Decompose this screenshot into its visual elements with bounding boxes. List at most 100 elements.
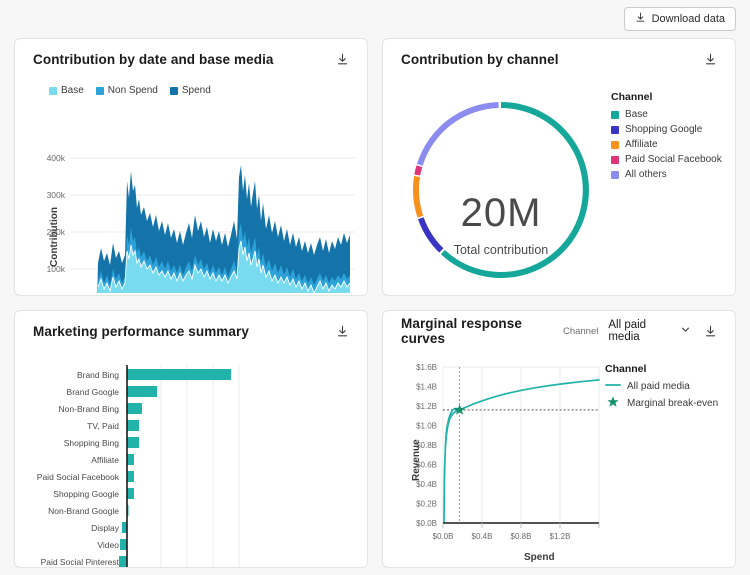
dashboard-root: Download data Contribution by date and b… bbox=[0, 0, 750, 575]
axis-label-x-spend: Spend bbox=[524, 552, 555, 563]
channel-select-value: All paid media bbox=[608, 319, 647, 343]
bar-shopping-bing bbox=[127, 437, 139, 448]
donut-center-label: Total contribution bbox=[453, 243, 549, 257]
donut-chart-svg bbox=[413, 102, 589, 278]
page-title-contribution-by-date: Contribution by date and base media bbox=[33, 51, 274, 67]
svg-text:$0.0B: $0.0B bbox=[416, 519, 437, 528]
area-chart-svg: 400k 300k 200k 100k 0k bbox=[47, 153, 355, 293]
legend-swatch-base bbox=[49, 86, 57, 95]
svg-text:$0.6B: $0.6B bbox=[416, 461, 437, 470]
legend-swatch-paid-social-facebook bbox=[611, 155, 619, 164]
svg-text:$1.6B: $1.6B bbox=[416, 363, 437, 372]
download-icon-marginal-curves[interactable] bbox=[700, 320, 721, 342]
legend-swatch-non-spend bbox=[95, 86, 104, 95]
bar-non-brand-bing bbox=[127, 403, 142, 414]
bar-brand-bing bbox=[127, 369, 231, 380]
legend-swatch-affiliate bbox=[611, 140, 619, 149]
svg-text:300k: 300k bbox=[47, 190, 66, 200]
card-contribution-by-channel: Contribution by channel 20M Total contri… bbox=[382, 38, 736, 296]
legend-item-marginal-break-even[interactable]: Marginal break-even bbox=[605, 396, 718, 411]
legend-label-non-spend: Non Spend bbox=[107, 85, 158, 96]
star-icon bbox=[605, 396, 621, 411]
download-icon bbox=[635, 12, 646, 26]
legend-label-marginal-break-even: Marginal break-even bbox=[627, 398, 719, 409]
card-marketing-performance-summary: Marketing performance summary Brand Bing… bbox=[14, 310, 368, 568]
legend-item-spend[interactable]: Spend bbox=[169, 85, 211, 96]
legend-item-all-others[interactable]: All others bbox=[611, 169, 722, 180]
bar-shopping-google bbox=[127, 488, 134, 499]
legend-item-base[interactable]: Base bbox=[49, 85, 84, 96]
page-title-marginal-curves: Marginal response curves bbox=[401, 316, 522, 346]
card-header: Contribution by channel bbox=[383, 39, 735, 79]
legend-swatch-shopping-google bbox=[611, 125, 619, 134]
chevron-down-icon bbox=[681, 325, 690, 337]
legend-item-base[interactable]: Base bbox=[611, 109, 722, 120]
svg-text:Brand Bing: Brand Bing bbox=[77, 370, 119, 380]
legend-label-affiliate: Affiliate bbox=[625, 139, 658, 150]
svg-text:Non-Brand Bing: Non-Brand Bing bbox=[59, 404, 120, 414]
svg-text:400k: 400k bbox=[47, 153, 66, 163]
svg-text:$0.8B: $0.8B bbox=[511, 532, 532, 541]
svg-text:Shopping Google: Shopping Google bbox=[53, 489, 119, 499]
legend-item-shopping-google[interactable]: Shopping Google bbox=[611, 124, 722, 135]
svg-text:Brand Google: Brand Google bbox=[67, 387, 120, 397]
legend-label-all-paid-media: All paid media bbox=[627, 381, 690, 392]
svg-text:100k: 100k bbox=[47, 264, 66, 274]
legend-label-spend: Spend bbox=[181, 85, 211, 96]
svg-text:Affiliate: Affiliate bbox=[91, 455, 119, 465]
page-title-contribution-by-channel: Contribution by channel bbox=[401, 51, 559, 67]
svg-text:Non-Brand Google: Non-Brand Google bbox=[48, 506, 119, 516]
donut-segment-all-others bbox=[417, 102, 499, 166]
svg-text:$1.2B: $1.2B bbox=[416, 402, 437, 411]
svg-text:Paid Social Facebook: Paid Social Facebook bbox=[37, 472, 120, 482]
svg-text:200k: 200k bbox=[47, 227, 66, 237]
download-data-button[interactable]: Download data bbox=[623, 7, 736, 31]
bar-brand-google bbox=[127, 386, 157, 397]
legend-label-all-others: All others bbox=[625, 169, 667, 180]
card-header: Marketing performance summary bbox=[15, 311, 367, 351]
legend-item-paid-social-facebook[interactable]: Paid Social Facebook bbox=[611, 154, 722, 165]
card-grid: Contribution by date and base media Base bbox=[14, 38, 736, 572]
legend-item-all-paid-media[interactable]: All paid media bbox=[605, 381, 718, 392]
card-marginal-response-curves: Marginal response curves Channel All pai… bbox=[382, 310, 736, 568]
channel-picker-label: Channel bbox=[562, 325, 599, 337]
svg-text:$1.2B: $1.2B bbox=[550, 532, 571, 541]
svg-text:Paid Social Pinterest: Paid Social Pinterest bbox=[41, 557, 120, 567]
legend-label-base: Base bbox=[61, 85, 84, 96]
svg-text:$0.8B: $0.8B bbox=[416, 441, 437, 450]
legend-title-channel: Channel bbox=[605, 363, 647, 375]
legend-title-channel: Channel bbox=[611, 91, 653, 103]
card-header: Marginal response curves Channel All pai… bbox=[383, 311, 735, 351]
legend-contribution-by-channel: Channel Base Shopping Google Affiliate P… bbox=[611, 91, 722, 180]
bar-paid-social-pinterest bbox=[119, 556, 127, 567]
svg-text:$0.4B: $0.4B bbox=[416, 480, 437, 489]
svg-text:$1.0B: $1.0B bbox=[416, 422, 437, 431]
download-icon-marketing-summary[interactable] bbox=[331, 320, 353, 342]
svg-text:$0.4B: $0.4B bbox=[472, 532, 493, 541]
channel-select[interactable]: All paid media bbox=[604, 317, 694, 345]
svg-text:Shopping Bing: Shopping Bing bbox=[64, 438, 120, 448]
bar-tv-paid bbox=[127, 420, 139, 431]
bar-chart-svg: Brand Bing Brand Google Non-Brand Bing T… bbox=[37, 365, 240, 567]
download-icon-contribution-by-channel[interactable] bbox=[699, 48, 721, 70]
page-title-marketing-summary: Marketing performance summary bbox=[33, 323, 249, 339]
svg-text:Video: Video bbox=[97, 540, 119, 550]
bar-paid-social-facebook bbox=[127, 471, 134, 482]
download-icon-contribution-by-date[interactable] bbox=[331, 48, 353, 70]
legend-swatch-all-others bbox=[611, 170, 619, 179]
bar-video bbox=[120, 539, 127, 550]
legend-label-paid-social-facebook: Paid Social Facebook bbox=[625, 154, 722, 165]
legend-item-non-spend[interactable]: Non Spend bbox=[95, 85, 158, 96]
svg-text:Display: Display bbox=[91, 523, 120, 533]
svg-text:$0.2B: $0.2B bbox=[416, 500, 437, 509]
legend-contribution-by-date: Base Non Spend Spend bbox=[49, 85, 211, 96]
legend-marginal-response: Channel All paid media Marginal break-ev… bbox=[605, 363, 718, 411]
card-header: Contribution by date and base media bbox=[15, 39, 367, 79]
svg-text:$0.0B: $0.0B bbox=[433, 532, 454, 541]
bar-affiliate bbox=[127, 454, 134, 465]
donut-center-value: 20M bbox=[460, 191, 542, 235]
legend-item-affiliate[interactable]: Affiliate bbox=[611, 139, 722, 150]
svg-text:$1.4B: $1.4B bbox=[416, 383, 437, 392]
channel-picker: Channel All paid media bbox=[563, 317, 694, 345]
svg-text:TV, Paid: TV, Paid bbox=[87, 421, 119, 431]
